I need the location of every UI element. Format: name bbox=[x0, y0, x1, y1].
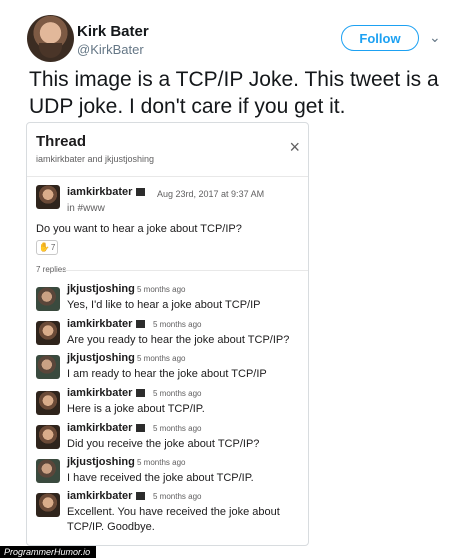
follow-button[interactable]: Follow bbox=[341, 25, 419, 51]
thread-participants: iamkirkbater and jkjustjoshing bbox=[36, 154, 155, 164]
avatar bbox=[36, 185, 60, 209]
reply-time: 5 months ago bbox=[153, 389, 202, 398]
message-text: Do you want to hear a joke about TCP/IP? bbox=[36, 223, 242, 235]
flag-icon bbox=[136, 424, 146, 432]
avatar bbox=[36, 459, 60, 483]
reply-text: I have received the joke about TCP/IP. bbox=[67, 472, 254, 484]
reply-author: iamkirkbater bbox=[67, 318, 146, 330]
reply-author: jkjustjoshing bbox=[67, 352, 135, 364]
reply-text: Are you ready to hear the joke about TCP… bbox=[67, 334, 290, 346]
watermark: ProgrammerHumor.io bbox=[0, 546, 97, 558]
replies-count: 7 replies bbox=[36, 265, 67, 274]
reply-time: 5 months ago bbox=[137, 285, 186, 294]
divider bbox=[63, 270, 308, 271]
reply-author: iamkirkbater bbox=[67, 387, 146, 399]
reply-text: Here is a joke about TCP/IP. bbox=[67, 403, 205, 415]
reply-author: iamkirkbater bbox=[67, 422, 146, 434]
reply-author: jkjustjoshing bbox=[67, 456, 135, 468]
close-icon: × bbox=[289, 137, 300, 157]
thumbs-up-icon: ✋ bbox=[38, 242, 50, 252]
flag-icon bbox=[136, 320, 146, 328]
chevron-down-icon[interactable]: ⌄ bbox=[429, 30, 441, 44]
channel-label: in #www bbox=[67, 203, 105, 214]
message-timestamp: Aug 23rd, 2017 at 9:37 AM bbox=[157, 189, 265, 199]
reply-time: 5 months ago bbox=[153, 492, 202, 501]
author-avatar[interactable] bbox=[27, 15, 74, 62]
avatar bbox=[36, 493, 60, 517]
reply-author: jkjustjoshing bbox=[67, 283, 135, 295]
avatar bbox=[36, 287, 60, 311]
reply-text: I am ready to hear the joke about TCP/IP bbox=[67, 368, 267, 380]
reply-time: 5 months ago bbox=[137, 354, 186, 363]
reply-time: 5 months ago bbox=[137, 458, 186, 467]
avatar bbox=[36, 425, 60, 449]
reply-text: Yes, I'd like to hear a joke about TCP/I… bbox=[67, 299, 261, 311]
avatar bbox=[36, 355, 60, 379]
message-author: iamkirkbater bbox=[67, 186, 146, 198]
reply-text: Excellent. You have received the joke ab… bbox=[67, 506, 280, 533]
author-handle[interactable]: @KirkBater bbox=[77, 42, 144, 57]
reply-time: 5 months ago bbox=[153, 320, 202, 329]
thread-screenshot: Thread iamkirkbater and jkjustjoshing × … bbox=[26, 122, 309, 546]
thread-title: Thread bbox=[36, 133, 87, 150]
avatar bbox=[36, 321, 60, 345]
reply-time: 5 months ago bbox=[153, 424, 202, 433]
reaction-badge: ✋ 7 bbox=[36, 240, 58, 255]
author-name[interactable]: Kirk Bater bbox=[77, 23, 149, 40]
tweet-text: This image is a TCP/IP Joke. This tweet … bbox=[29, 68, 439, 118]
divider bbox=[27, 176, 308, 177]
flag-icon bbox=[136, 188, 146, 196]
reply-author: iamkirkbater bbox=[67, 490, 146, 502]
flag-icon bbox=[136, 492, 146, 500]
flag-icon bbox=[136, 389, 146, 397]
reply-text: Did you receive the joke about TCP/IP? bbox=[67, 438, 260, 450]
avatar bbox=[36, 391, 60, 415]
